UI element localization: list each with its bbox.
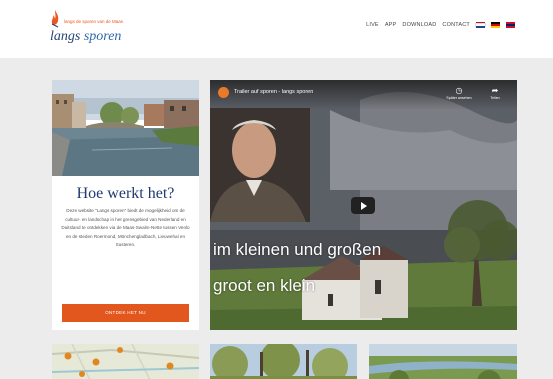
channel-avatar[interactable]	[218, 87, 229, 98]
town-river-photo	[52, 80, 199, 176]
card-description: Deze website "Langs sporen" biedt de mog…	[61, 208, 190, 248]
logo-name-second: sporen	[83, 29, 122, 44]
nav-live[interactable]: LIVE	[366, 22, 379, 28]
nl-flag-icon[interactable]	[475, 22, 486, 28]
video-subtitle-line1: im kleinen und großen	[213, 240, 382, 259]
gb-flag-icon[interactable]	[506, 22, 515, 28]
clock-icon: ◷	[455, 86, 463, 95]
river-landscape-tile[interactable]	[369, 344, 517, 379]
watch-later-label: Später ansehen	[446, 96, 472, 100]
logo-tagline: langs de sporen van de Maas	[64, 19, 124, 24]
site-header: langs de sporen van de Maas langs sporen…	[0, 0, 553, 58]
forest-tile[interactable]	[210, 344, 357, 379]
main-nav: LIVE APP DOWNLOAD CONTACT	[366, 22, 515, 28]
watch-later-button[interactable]: ◷ Später ansehen	[439, 86, 479, 100]
share-button[interactable]: ➦ Teilen	[475, 86, 515, 100]
map-tile[interactable]	[52, 344, 199, 379]
nav-download[interactable]: DOWNLOAD	[402, 22, 436, 28]
logo-name: langs sporen	[50, 29, 121, 45]
video-title[interactable]: Trailer auf sporen - langs sporen	[234, 89, 313, 95]
main-content: Hoe werkt het? Deze website "Langs spore…	[0, 58, 553, 379]
discover-button[interactable]: ONTDEK HET NU	[62, 304, 189, 322]
flame-icon	[51, 10, 59, 28]
logo-name-first: langs	[50, 29, 81, 44]
card-title: Hoe werkt het?	[76, 185, 175, 202]
share-label: Teilen	[490, 96, 500, 100]
de-flag-icon[interactable]	[491, 22, 500, 28]
nav-app[interactable]: APP	[385, 22, 397, 28]
play-button[interactable]	[351, 197, 375, 214]
how-it-works-card: Hoe werkt het? Deze website "Langs spore…	[52, 80, 199, 330]
share-icon: ➦	[491, 86, 499, 95]
video-subtitle-line2: groot en klein	[213, 276, 316, 295]
site-logo[interactable]: langs de sporen van de Maas langs sporen	[50, 10, 160, 48]
video-player[interactable]: Trailer auf sporen - langs sporen ◷ Spät…	[210, 80, 517, 330]
nav-contact[interactable]: CONTACT	[442, 22, 470, 28]
